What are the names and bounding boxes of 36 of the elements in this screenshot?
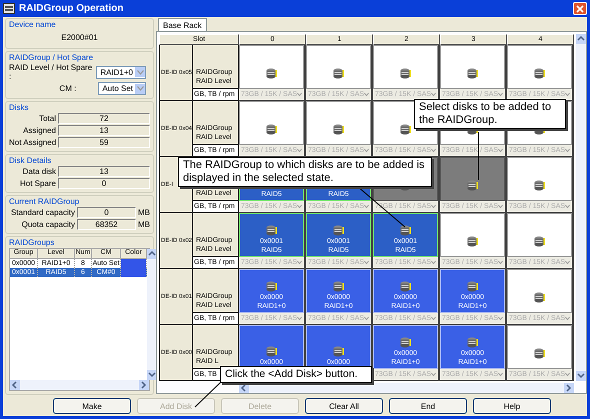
field-label: Hot Spare — [18, 179, 56, 188]
value-field: 72 — [58, 113, 150, 124]
field-label: Total — [38, 114, 56, 123]
action-button[interactable]: Help — [473, 398, 551, 414]
value-field: 59 — [58, 137, 150, 148]
action-button[interactable]: Clear All — [305, 398, 383, 414]
action-button[interactable]: End — [389, 398, 467, 414]
value-field: 13 — [58, 166, 150, 177]
action-button[interactable]: Make — [53, 398, 131, 414]
callout-tooltip: Click the <Add Disk> button. — [220, 366, 372, 383]
field-label: RAID Level / Hot Spare : — [9, 63, 94, 81]
field-label: Standard capacity — [10, 208, 75, 217]
section-title: Device name — [9, 20, 57, 29]
field-label: Quota capacity — [20, 220, 75, 229]
dropdown[interactable]: Auto Set — [98, 82, 146, 95]
device-name: E2000#01 — [60, 32, 99, 44]
value-field: 13 — [58, 125, 150, 136]
field-label: CM : — [59, 84, 76, 93]
section-title: Disks — [9, 103, 30, 112]
window-title: RAIDGroup Operation — [19, 3, 124, 14]
section-title: Disk Details — [9, 156, 52, 165]
unit-label: MB — [138, 208, 150, 217]
field-label: Not Assigned — [9, 138, 56, 147]
callout-tooltip: The RAIDGroup to which disks are to be added is displayed in the selected state. — [178, 157, 432, 187]
value-field: 68352 — [77, 219, 136, 230]
section-title: RAIDGroup / Hot Spare — [9, 53, 94, 62]
callout-tooltip: Select disks to be added to the RAIDGroup. — [414, 99, 566, 129]
field-label: Data disk — [22, 167, 56, 176]
value-field: 0 — [58, 178, 150, 189]
field-label: Assigned — [22, 126, 56, 135]
section-title: Current RAIDGroup — [9, 197, 80, 206]
unit-label: MB — [138, 220, 150, 229]
dropdown[interactable]: RAID1+0 — [96, 66, 146, 78]
section-title: RAIDGroups — [9, 238, 56, 247]
value-field: 0 — [77, 207, 136, 218]
tab[interactable]: Base Rack — [158, 18, 207, 31]
